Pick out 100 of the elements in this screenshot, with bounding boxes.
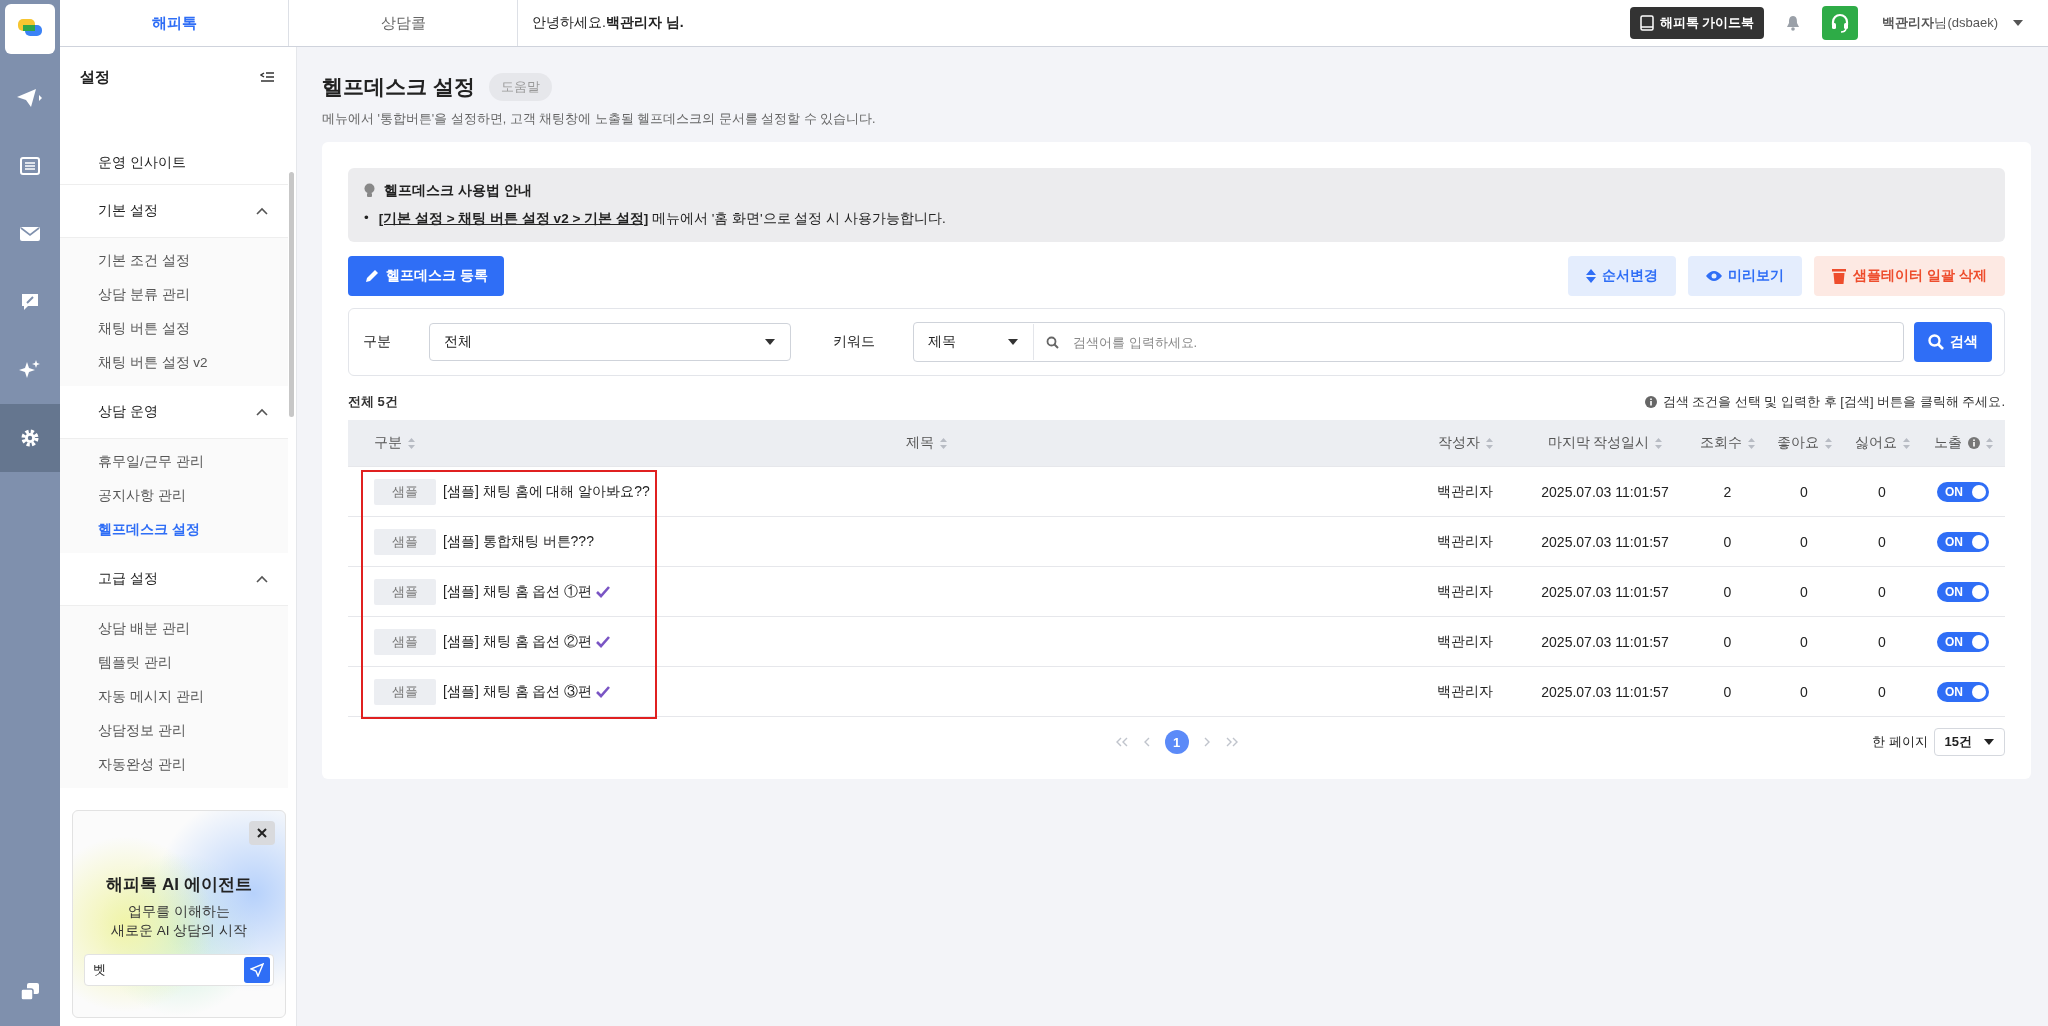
sidebar-item[interactable]: 채팅 버튼 설정 xyxy=(60,312,288,346)
page-description: 메뉴에서 '통합버튼'을 설정하면, 고객 채팅창에 노출될 헬프데스크의 문서를 설정할 수 있습니다. xyxy=(322,111,877,128)
caret-icon xyxy=(1007,338,1019,346)
toggle-switch[interactable]: ON xyxy=(1937,631,1989,652)
register-button[interactable]: 헬프데스크 등록 xyxy=(348,256,504,296)
caret-icon xyxy=(2012,19,2024,27)
category-select[interactable]: 전체 xyxy=(429,323,791,361)
column-header[interactable]: 조회수 xyxy=(1700,434,1742,452)
toggle-switch[interactable]: ON xyxy=(1937,481,1989,502)
table-cell: 0 xyxy=(1800,583,1808,600)
page-title: 헬프데스크 설정 xyxy=(322,74,475,100)
table-row[interactable]: 샘플 [샘플] 채팅 홈 옵션 ①편 백관리자 2025.07.03 11:01:57 0 0 0 ON xyxy=(348,567,2005,617)
sidebar-item[interactable]: 자동완성 관리 xyxy=(60,748,288,782)
promo-text: 업무를 이해하는 xyxy=(128,903,230,921)
sort-icon[interactable] xyxy=(1748,437,1755,449)
sidebar-title: 설정 xyxy=(80,67,110,87)
table-cell: 백관리자 xyxy=(1437,682,1493,701)
table-cell: 0 xyxy=(1800,533,1808,550)
column-header[interactable]: 노출 xyxy=(1933,434,1962,452)
sample-tag: 샘플 xyxy=(373,678,436,705)
bullet: • xyxy=(364,210,369,227)
column-header[interactable]: 싫어요 xyxy=(1854,434,1897,452)
sort-icon[interactable] xyxy=(408,437,415,449)
column-header[interactable]: 좋아요 xyxy=(1776,434,1819,452)
toggle-switch[interactable]: ON xyxy=(1937,531,1989,552)
sidebar-item[interactable]: 기본 조건 설정 xyxy=(60,244,288,278)
promo-text: 새로운 AI 상담의 시작 xyxy=(111,922,247,940)
preview-button[interactable]: 미리보기 xyxy=(1688,256,1803,296)
scrollbar[interactable] xyxy=(289,172,294,417)
first-page-icon[interactable] xyxy=(1114,737,1129,747)
sidebar-item[interactable]: 헬프데스크 설정 xyxy=(60,513,288,547)
prev-page-icon[interactable] xyxy=(1142,737,1151,747)
table-row[interactable]: 샘플 [샘플] 채팅 홈 옵션 ②편 백관리자 2025.07.03 11:01:57 0 0 0 ON xyxy=(348,617,2005,667)
field-select[interactable]: 제목 xyxy=(914,324,1034,360)
keyword-search-field[interactable]: 제목 검색어를 입력하세요. xyxy=(913,322,1904,362)
reorder-button[interactable]: 순서변경 xyxy=(1568,256,1677,296)
guidebook-button[interactable]: 해피톡 가이드북 xyxy=(1629,7,1765,39)
table-cell: [샘플] 채팅 홈에 대해 알아봐요?? xyxy=(443,482,650,501)
table-row[interactable]: 샘플 [샘플] 채팅 홈에 대해 알아봐요?? 백관리자 2025.07.03 11:01:57 2 0 0 ON xyxy=(348,467,2005,517)
caret-icon xyxy=(764,338,776,346)
table-cell: [샘플] 채팅 홈 옵션 ③편 xyxy=(443,682,593,701)
next-page-icon[interactable] xyxy=(1202,737,1211,747)
last-page-icon[interactable] xyxy=(1224,737,1239,747)
bell-icon xyxy=(1786,15,1801,31)
column-header[interactable]: 구분 xyxy=(374,434,402,452)
sort-icon[interactable] xyxy=(940,437,947,449)
filter-label: 키워드 xyxy=(833,333,876,351)
send-button[interactable] xyxy=(244,957,270,983)
sort-icon[interactable] xyxy=(1902,437,1910,449)
collapse-icon[interactable] xyxy=(260,72,274,82)
close-button[interactable] xyxy=(249,821,275,845)
headset-button[interactable] xyxy=(1822,6,1859,40)
table-cell: [샘플] 통합채팅 버튼??? xyxy=(443,532,594,551)
table-cell: 백관리자 xyxy=(1437,582,1493,601)
table-cell: 2025.07.03 11:01:57 xyxy=(1541,483,1669,500)
sort-icon[interactable] xyxy=(1485,437,1493,449)
column-header[interactable]: 작성자 xyxy=(1437,434,1480,452)
toggle-switch[interactable]: ON xyxy=(1937,681,1989,702)
menu-path-link[interactable]: [기본 설정 > 채팅 버튼 설정 v2 > 기본 설정] xyxy=(378,211,649,226)
table-cell: 0 xyxy=(1723,533,1732,550)
caret-icon xyxy=(1984,739,1994,745)
sidebar-item[interactable]: 템플릿 관리 xyxy=(60,646,288,680)
sidebar-item[interactable]: 상담 배분 관리 xyxy=(60,612,288,646)
table-cell: 백관리자 xyxy=(1437,482,1493,501)
sidebar-item[interactable]: 채팅 버튼 설정 v2 xyxy=(60,346,288,380)
table-cell: 2 xyxy=(1723,483,1732,500)
sort-icon[interactable] xyxy=(1655,437,1663,449)
sidebar-item[interactable]: 자동 메시지 관리 xyxy=(60,680,288,714)
column-header[interactable]: 마지막 작성일시 xyxy=(1547,434,1650,452)
promo-title: 해피톡 AI 에이전트 xyxy=(106,874,252,896)
settings-icon[interactable] xyxy=(0,404,60,472)
logo-icon[interactable] xyxy=(5,4,55,54)
chevron-icon xyxy=(256,207,268,215)
table-cell: 0 xyxy=(1878,533,1886,550)
up-down-icon xyxy=(1586,269,1597,283)
table-cell: 0 xyxy=(1878,483,1886,500)
trash-icon xyxy=(1832,268,1847,284)
total-count: 전체 5건 xyxy=(348,393,398,411)
table-cell: [샘플] 채팅 홈 옵션 ②편 xyxy=(443,632,593,651)
per-page-select[interactable]: 15건 xyxy=(1933,728,2005,756)
search-hint: 검색 조건을 선택 및 입력한 후 [검색] 버튼을 클릭해 주세요. xyxy=(1662,393,2005,411)
filter-label: 구분 xyxy=(363,333,392,351)
sidebar-item[interactable]: 휴무일/근무 관리 xyxy=(60,445,288,479)
close-icon xyxy=(257,828,267,838)
sort-icon[interactable] xyxy=(1985,437,1993,449)
sidebar-item[interactable]: 공지사항 관리 xyxy=(60,479,288,513)
eye-icon xyxy=(1706,270,1723,282)
table-cell: 0 xyxy=(1800,633,1808,650)
toggle-switch[interactable]: ON xyxy=(1937,581,1989,602)
table-row[interactable]: 샘플 [샘플] 통합채팅 버튼??? 백관리자 2025.07.03 11:01:57 0 0 0 ON xyxy=(348,517,2005,567)
sort-icon[interactable] xyxy=(1824,437,1832,449)
column-header[interactable]: 제목 xyxy=(906,434,934,452)
sidebar-item[interactable]: 상담정보 관리 xyxy=(60,714,288,748)
table-cell: [샘플] 채팅 홈 옵션 ①편 xyxy=(443,582,593,601)
search-button[interactable]: 검색 xyxy=(1914,322,1992,362)
table-row[interactable]: 샘플 [샘플] 채팅 홈 옵션 ③편 백관리자 2025.07.03 11:01:57 0 0 0 ON xyxy=(348,667,2005,717)
sidebar-item[interactable]: 상담 분류 관리 xyxy=(60,278,288,312)
chevron-icon xyxy=(256,575,268,583)
book-icon xyxy=(1639,15,1654,31)
message-input[interactable]: 벳 xyxy=(84,954,274,986)
